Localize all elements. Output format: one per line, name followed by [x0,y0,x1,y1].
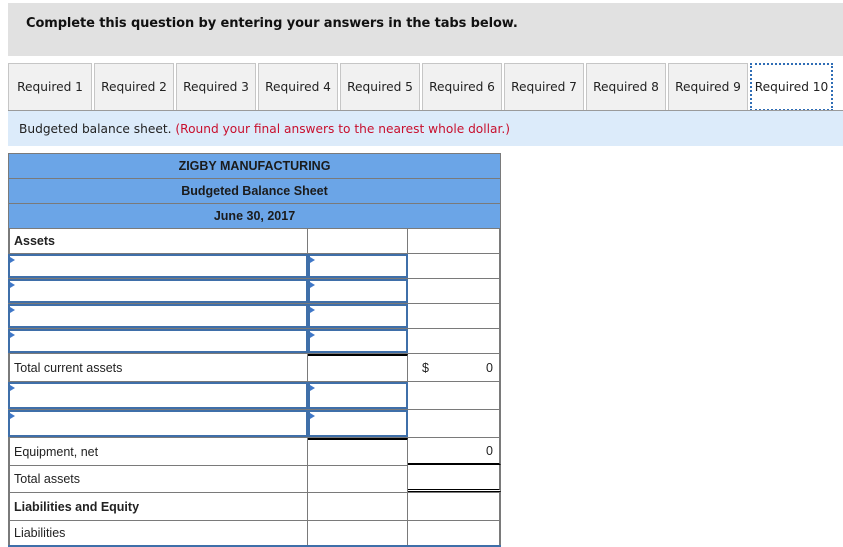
current-asset-row-3 [8,303,501,328]
current-asset-row-2 [8,278,501,303]
total-current-assets-value: 0 [486,360,493,375]
empty-cell [308,354,408,381]
amount-input[interactable] [308,329,408,353]
liabilities-heading-row: Liabilities [8,520,501,547]
tab-required-4[interactable]: Required 4 [258,63,338,110]
instruction-text: Budgeted balance sheet. (Round your fina… [19,122,510,136]
current-asset-row-4 [8,328,501,353]
tab-required-5[interactable]: Required 5 [340,63,420,110]
amount-input[interactable] [308,304,408,328]
rounding-note: (Round your final answers to the nearest… [175,122,511,136]
total-assets-amount [408,465,501,492]
empty-cell [408,304,501,328]
amount-input[interactable] [308,382,408,409]
equipment-net-value: 0 [486,443,493,458]
noncurrent-row-1 [8,381,501,409]
amount-input[interactable] [308,279,408,303]
header-title: Complete this question by entering your … [26,16,518,31]
company-name: ZIGBY MANUFACTURING [8,153,501,178]
empty-cell [408,521,501,545]
statement-date: June 30, 2017 [8,203,501,228]
equipment-net-label: Equipment, net [8,438,308,465]
tab-required-10[interactable]: Required 10 [750,63,833,111]
amount-input[interactable] [308,410,408,437]
assets-heading: Assets [8,229,308,253]
instruction-main: Budgeted balance sheet. [19,122,172,136]
account-dropdown[interactable] [8,254,308,278]
account-dropdown[interactable] [8,304,308,328]
noncurrent-row-2 [8,409,501,437]
account-dropdown[interactable] [8,329,308,353]
empty-cell [408,493,501,520]
empty-cell [408,329,501,353]
tab-required-6[interactable]: Required 6 [422,63,502,110]
assets-heading-row: Assets [8,228,501,253]
empty-cell [308,438,408,465]
empty-cell [408,279,501,303]
liabilities-equity-heading: Liabilities and Equity [8,493,308,520]
tab-required-2[interactable]: Required 2 [94,63,174,110]
total-current-assets-row: Total current assets $ 0 [8,353,501,381]
instructions-header: Complete this question by entering your … [8,3,843,56]
liabilities-heading: Liabilities [8,521,308,545]
tab-required-3[interactable]: Required 3 [176,63,256,110]
equipment-net-row: Equipment, net 0 [8,437,501,465]
balance-sheet-table: ZIGBY MANUFACTURING Budgeted Balance She… [8,153,501,547]
empty-cell [308,521,408,545]
empty-cell [408,410,501,437]
account-dropdown[interactable] [8,382,308,409]
instruction-bar: Budgeted balance sheet. (Round your fina… [8,111,843,146]
requirement-tabs: Required 1 Required 2 Required 3 Require… [8,63,835,111]
empty-cell [408,229,501,253]
empty-cell [308,465,408,492]
empty-cell [308,493,408,520]
current-asset-row-1 [8,253,501,278]
tab-required-1[interactable]: Required 1 [8,63,92,110]
statement-title: Budgeted Balance Sheet [8,178,501,203]
total-current-assets-label: Total current assets [8,354,308,381]
total-assets-label: Total assets [8,465,308,492]
total-current-assets-amount: $ 0 [408,354,501,381]
tab-required-8[interactable]: Required 8 [586,63,666,110]
currency-symbol: $ [422,360,429,375]
account-dropdown[interactable] [8,279,308,303]
liabilities-equity-heading-row: Liabilities and Equity [8,492,501,520]
tab-required-9[interactable]: Required 9 [668,63,748,110]
amount-input[interactable] [308,254,408,278]
tab-required-7[interactable]: Required 7 [504,63,584,110]
empty-cell [308,229,408,253]
empty-cell [408,382,501,409]
total-assets-row: Total assets [8,465,501,492]
empty-cell [408,254,501,278]
equipment-net-amount: 0 [408,438,501,465]
account-dropdown[interactable] [8,410,308,437]
